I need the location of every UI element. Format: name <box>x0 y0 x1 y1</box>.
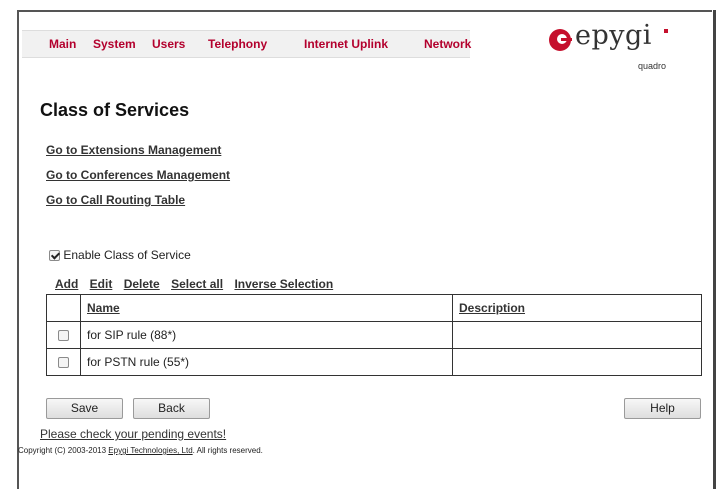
enable-cos-label: Enable Class of Service <box>63 248 191 262</box>
row-select-cell <box>46 321 81 349</box>
top-navigation: Main System Users Telephony Internet Upl… <box>22 30 471 58</box>
enable-class-of-service: Enable Class of Service <box>49 248 191 262</box>
nav-item-system[interactable]: System <box>93 31 136 57</box>
help-button[interactable]: Help <box>624 398 701 419</box>
back-button[interactable]: Back <box>133 398 210 419</box>
link-extensions-management[interactable]: Go to Extensions Management <box>46 143 221 157</box>
delete-link[interactable]: Delete <box>124 277 160 291</box>
logo-brand-text: epygi <box>575 20 652 51</box>
nav-item-internet-uplink[interactable]: Internet Uplink <box>304 31 388 57</box>
row-description-cell <box>452 321 702 349</box>
row-name-cell[interactable]: for PSTN rule (55*) <box>80 348 453 376</box>
edit-link[interactable]: Edit <box>90 277 113 291</box>
table-header-row: Name Description <box>46 294 702 322</box>
company-link[interactable]: Epygi Technologies, Ltd <box>108 446 192 455</box>
nav-item-users[interactable]: Users <box>152 31 185 57</box>
pending-events-link[interactable]: Please check your pending events! <box>40 427 226 441</box>
add-link[interactable]: Add <box>55 277 78 291</box>
select-all-link[interactable]: Select all <box>171 277 223 291</box>
column-header-description[interactable]: Description <box>452 294 702 322</box>
enable-cos-checkbox[interactable] <box>49 250 60 262</box>
table-toolbar: Add Edit Delete Select all Inverse Selec… <box>55 277 341 291</box>
copyright-prefix: Copyright (C) 2003-2013 <box>18 446 109 455</box>
table-row[interactable]: for SIP rule (88*) <box>46 321 702 349</box>
epygi-logo: epygi quadro <box>548 20 688 74</box>
nav-item-network[interactable]: Network <box>424 31 471 57</box>
link-conferences-management[interactable]: Go to Conferences Management <box>46 168 230 182</box>
logo-dot <box>664 29 668 33</box>
class-of-services-table: Name Description for SIP rule (88*) for … <box>46 294 702 376</box>
table-row[interactable]: for PSTN rule (55*) <box>46 348 702 376</box>
copyright-suffix: . All rights reserved. <box>192 446 263 455</box>
nav-item-telephony[interactable]: Telephony <box>208 31 267 57</box>
column-header-name[interactable]: Name <box>80 294 453 322</box>
copyright-notice: Copyright (C) 2003-2013 Epygi Technologi… <box>18 446 263 455</box>
save-button[interactable]: Save <box>46 398 123 419</box>
nav-item-main[interactable]: Main <box>49 31 76 57</box>
row-select-cell <box>46 348 81 376</box>
row-description-cell <box>452 348 702 376</box>
row-name-cell[interactable]: for SIP rule (88*) <box>80 321 453 349</box>
epygi-logo-icon <box>549 29 572 51</box>
row-checkbox[interactable] <box>58 357 69 369</box>
link-call-routing-table[interactable]: Go to Call Routing Table <box>46 193 185 207</box>
frame-edge <box>713 10 716 489</box>
inverse-selection-link[interactable]: Inverse Selection <box>234 277 333 291</box>
header-select-cell <box>46 294 81 322</box>
page-title: Class of Services <box>40 100 190 120</box>
logo-model-text: quadro <box>638 61 667 71</box>
row-checkbox[interactable] <box>58 330 69 342</box>
